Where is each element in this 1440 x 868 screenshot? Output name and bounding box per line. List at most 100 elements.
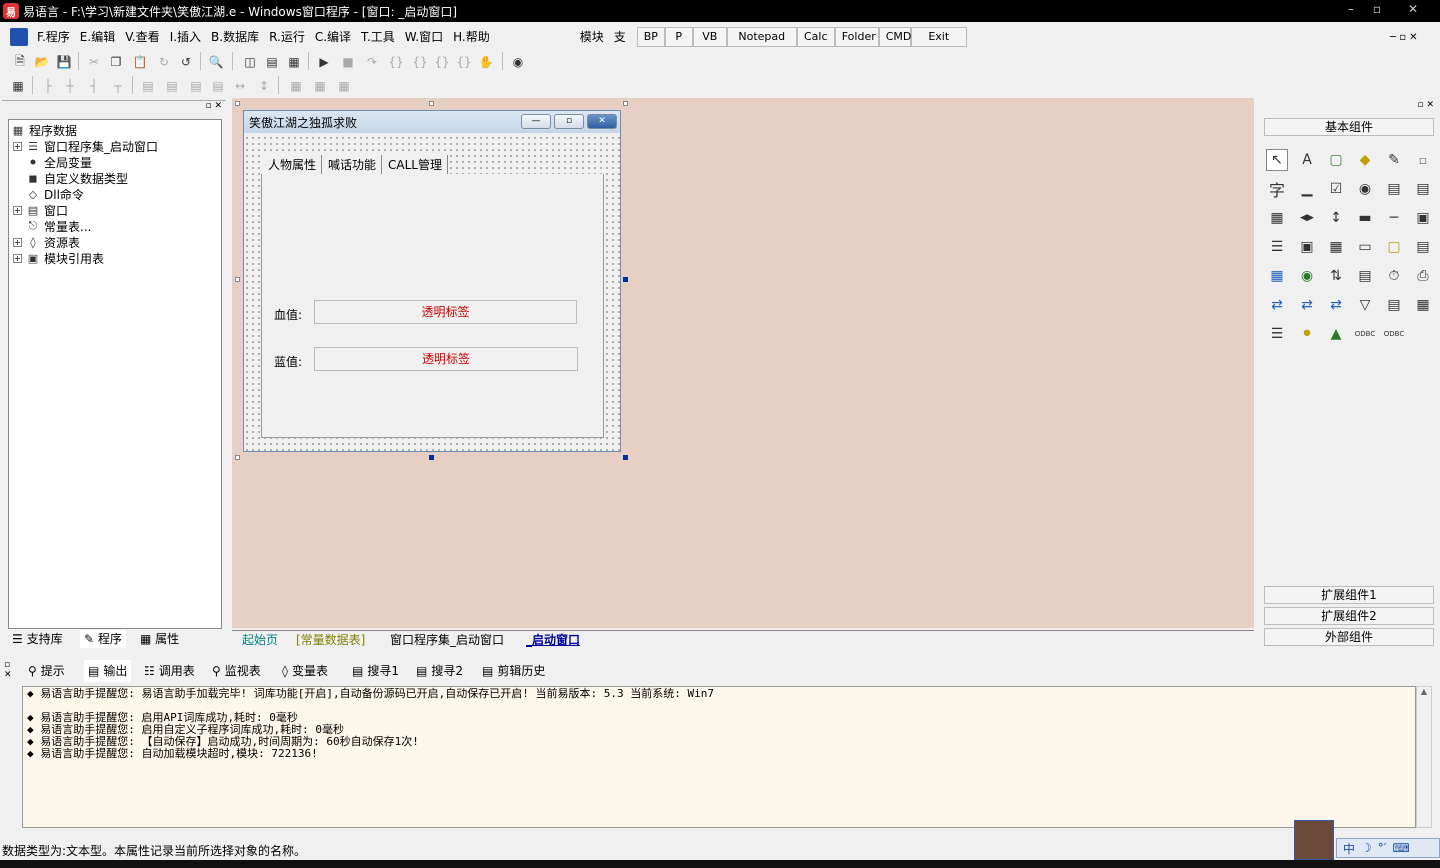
stop-icon[interactable]: ■ (338, 52, 358, 72)
tree-item-modules[interactable]: + ▣ 模块引用表 (13, 250, 104, 266)
same-height-icon[interactable]: ▤ (162, 76, 182, 96)
tree-item-dll[interactable]: ◇ Dll命令 (26, 186, 84, 202)
align-top-icon[interactable]: ┬ (108, 76, 128, 96)
form-minimize-icon[interactable]: — (521, 114, 551, 129)
step-icon[interactable]: ↷ (362, 52, 382, 72)
form-maximize-icon[interactable]: ▫ (554, 114, 584, 129)
tab-hints[interactable]: ⚲ 提示 (28, 660, 65, 682)
resize-handle[interactable] (235, 101, 240, 106)
menu-help[interactable]: H.帮助 (448, 25, 495, 49)
quick-button-notepad[interactable]: Notepad (726, 27, 797, 47)
find-icon[interactable]: 🔍 (206, 52, 226, 72)
groupbox-icon[interactable]: □ (1412, 149, 1434, 171)
resize-handle[interactable] (235, 455, 240, 460)
resize-handle[interactable] (429, 455, 434, 460)
resize-handle[interactable] (429, 101, 434, 106)
draw-icon[interactable]: ✎ (1383, 149, 1405, 171)
run-icon[interactable]: ▶ (314, 52, 334, 72)
tab-output[interactable]: ▤ 输出 (84, 660, 132, 682)
progress-icon[interactable]: ▬ (1354, 207, 1376, 229)
quick-button-cmd[interactable]: CMD (878, 27, 911, 47)
panel-close-icon[interactable]: ▫ ✕ (205, 101, 222, 111)
filter-icon[interactable]: ▽ (1354, 294, 1376, 316)
form-icon[interactable]: ▦ (8, 76, 28, 96)
tree-item-resources[interactable]: + ◊ 资源表 (13, 234, 80, 250)
align-left-icon[interactable]: ├ (38, 76, 58, 96)
align-center-icon[interactable]: ┼ (60, 76, 80, 96)
tab-search-1[interactable]: ▤ 搜寻1 (352, 660, 399, 682)
server-icon[interactable]: ⇄ (1296, 294, 1318, 316)
form-tab-chat[interactable]: 喊话功能 (323, 155, 383, 175)
slider-icon[interactable]: ─ (1383, 207, 1405, 229)
tab-search-2[interactable]: ▤ 搜寻2 (416, 660, 463, 682)
same-size-icon[interactable]: ▤ (186, 76, 206, 96)
new-file-icon[interactable]: 🗎 (10, 52, 30, 72)
quick-button-bp[interactable]: BP (636, 27, 665, 47)
picture-icon[interactable]: ▢ (1325, 149, 1347, 171)
resize-handle[interactable] (623, 101, 628, 106)
menu-view[interactable]: V.查看 (120, 25, 164, 49)
odbc-icon[interactable]: ODBC (1354, 323, 1376, 345)
table-icon[interactable]: ▦ (1266, 207, 1288, 229)
external-components[interactable]: 外部组件 (1264, 628, 1434, 646)
undo-icon[interactable]: ↺ (176, 52, 196, 72)
quick-button-exit[interactable]: Exit (910, 27, 967, 47)
grid-icon[interactable]: ▦ (334, 76, 354, 96)
tree-item-types[interactable]: ◼ 自定义数据类型 (26, 170, 128, 186)
h-spacing-icon[interactable]: ▤ (208, 76, 228, 96)
radio-icon[interactable]: ◉ (1354, 178, 1376, 200)
image-box-icon[interactable]: ▣ (1296, 236, 1318, 258)
paste-icon[interactable]: 📋 (130, 52, 150, 72)
text-component-icon[interactable]: 字 (1266, 178, 1288, 200)
layout-2-icon[interactable]: ▤ (262, 52, 282, 72)
pointer-icon[interactable]: ↖ (1266, 149, 1288, 171)
calendar-icon[interactable]: ▦ (1266, 265, 1288, 287)
output-scrollbar[interactable]: ▲ (1416, 686, 1432, 828)
network-icon[interactable]: ◉ (1296, 265, 1318, 287)
editor-tab-form[interactable]: _启动窗口 (526, 631, 580, 649)
menu-compile[interactable]: C.编译 (310, 25, 356, 49)
menu-module[interactable]: 模块 (575, 25, 609, 49)
client-icon[interactable]: ⇄ (1266, 294, 1288, 316)
list-icon[interactable]: ▤ (1412, 178, 1434, 200)
menu-program[interactable]: F.程序 (32, 25, 75, 49)
mdi-controls[interactable]: ─ ▫ ✕ (1390, 32, 1418, 43)
menu-support[interactable]: 支持 (609, 25, 637, 49)
panel-close-icon[interactable]: ▫ ✕ (1417, 100, 1434, 110)
layout-3-icon[interactable]: ▦ (284, 52, 304, 72)
shape-icon[interactable]: ◆ (1354, 149, 1376, 171)
tree-item-assembly[interactable]: + ☰ 窗口程序集_启动窗口 (13, 138, 158, 154)
center-h-icon[interactable]: ▦ (286, 76, 306, 96)
tree-item-constants[interactable]: ⎋ 常量表... (26, 218, 92, 234)
listbox-icon[interactable]: ▤ (1383, 178, 1405, 200)
form-tab-call[interactable]: CALL管理 (383, 155, 448, 175)
panel-icon[interactable]: ▦ (1412, 294, 1434, 316)
resize-handle[interactable] (235, 277, 240, 282)
close-icon[interactable]: ✕ (1400, 0, 1426, 20)
ext-components-2[interactable]: 扩展组件2 (1264, 607, 1434, 625)
open-folder-icon[interactable]: 📂 (32, 52, 52, 72)
ext-components-1[interactable]: 扩展组件1 (1264, 586, 1434, 604)
printer-icon[interactable]: ⎙ (1412, 265, 1434, 287)
editor-tab-assembly[interactable]: 窗口程序集_启动窗口 (390, 631, 504, 649)
layout-1-icon[interactable]: ◫ (240, 52, 260, 72)
tab-clip-history[interactable]: ▤ 剪辑历史 (482, 660, 545, 682)
grid-component-icon[interactable]: ▦ (1325, 236, 1347, 258)
quick-button-p[interactable]: P (664, 27, 693, 47)
form-tab-attributes[interactable]: 人物属性 (263, 155, 323, 175)
menu-database[interactable]: B.数据库 (206, 25, 264, 49)
checkbox-icon[interactable]: ☑ (1325, 178, 1347, 200)
center-v-icon[interactable]: ▦ (310, 76, 330, 96)
hscroll-icon[interactable]: ◀▶ (1296, 207, 1318, 229)
quick-button-calc[interactable]: Calc (796, 27, 835, 47)
timer-icon[interactable]: ⏱ (1383, 265, 1405, 287)
vscroll-icon[interactable]: ↕ (1325, 207, 1347, 229)
designed-form[interactable]: 笑傲江湖之独孤求败 — ▫ ✕ 人物属性 喊话功能 CALL管理 血值: 透明标… (243, 110, 621, 452)
menu-tools[interactable]: T.工具 (356, 25, 400, 49)
outline-icon[interactable]: ☰ (1266, 323, 1288, 345)
tree-root[interactable]: ▦ 程序数据 (11, 122, 77, 138)
tab-variables[interactable]: ◊ 变量表 (282, 660, 328, 682)
tree-icon[interactable]: ☰ (1266, 236, 1288, 258)
tab-properties[interactable]: ▦ 属性 (140, 630, 179, 648)
chart-icon[interactable]: ▲ (1325, 323, 1347, 345)
